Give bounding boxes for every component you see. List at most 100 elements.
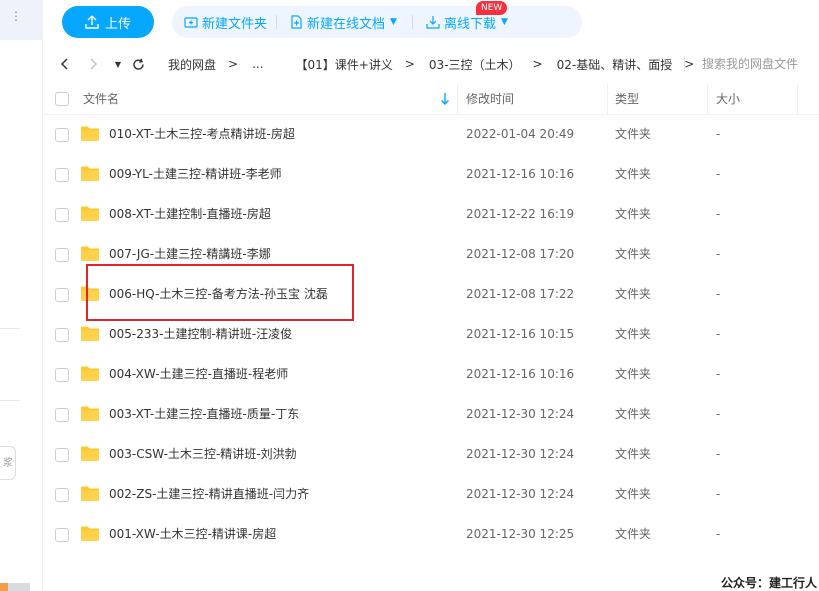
download-icon bbox=[426, 16, 440, 29]
sidebar-active-item[interactable]: ⋮ bbox=[0, 0, 42, 40]
file-row[interactable]: 001-XW-土木三控-精讲课-房超 2021-12-30 12:25 文件夹 - bbox=[42, 514, 819, 554]
offline-download-label: 离线下载 bbox=[444, 16, 497, 32]
file-size: - bbox=[716, 127, 721, 141]
new-folder-button[interactable]: 新建文件夹 bbox=[184, 6, 267, 38]
refresh-button[interactable] bbox=[128, 54, 148, 74]
file-size: - bbox=[716, 367, 721, 381]
column-header-name[interactable]: 文件名 bbox=[83, 84, 119, 114]
breadcrumb-item[interactable]: 03-三控（土木） bbox=[429, 56, 521, 73]
file-type: 文件夹 bbox=[615, 327, 652, 341]
file-modified-time: 2021-12-30 12:24 bbox=[466, 447, 575, 461]
row-checkbox[interactable] bbox=[55, 288, 69, 302]
file-type: 文件夹 bbox=[615, 367, 652, 381]
watermark: 公众号：建工行人 bbox=[720, 576, 817, 590]
new-folder-label: 新建文件夹 bbox=[202, 16, 268, 32]
file-row[interactable]: 003-XT-土建三控-直播班-质量-丁东 2021-12-30 12:24 文件夹… bbox=[42, 394, 819, 434]
new-online-doc-label: 新建在线文档 bbox=[307, 16, 386, 32]
file-size: - bbox=[716, 487, 721, 501]
breadcrumb-separator: > bbox=[228, 57, 239, 71]
refresh-icon bbox=[132, 58, 144, 70]
toolbar-separator bbox=[412, 15, 413, 29]
folder-icon bbox=[81, 486, 99, 501]
file-row[interactable]: 004-XW-土建三控-直播班-程老师 2021-12-16 10:16 文件夹 - bbox=[42, 354, 819, 394]
folder-icon bbox=[81, 526, 99, 541]
toolbar-actions: 新建文件夹 新建在线文档 ▼ NEW 离线下载 ▼ bbox=[172, 1, 582, 38]
navigation-bar: ▼ 我的网盘 > ... 【01】课件+讲义 > 03-三控（土木） > 02-… bbox=[42, 48, 819, 80]
file-row[interactable]: 003-CSW-土木三控-精讲班-刘洪勃 2021-12-30 12:24 文件夹 - bbox=[42, 434, 819, 474]
file-name[interactable]: 010-XT-土木三控-考点精讲班-房超 bbox=[109, 114, 295, 154]
file-name[interactable]: 003-XT-土建三控-直播班-质量-丁东 bbox=[109, 394, 299, 434]
column-header-size[interactable]: 大小 bbox=[716, 84, 740, 114]
file-modified-time: 2021-12-16 10:15 bbox=[466, 327, 575, 341]
arrow-right-icon bbox=[90, 58, 98, 70]
file-name[interactable]: 009-YL-土建三控-精讲班-李老师 bbox=[109, 154, 282, 194]
folder-icon bbox=[81, 246, 99, 261]
row-checkbox[interactable] bbox=[55, 128, 69, 142]
column-divider[interactable] bbox=[457, 84, 458, 114]
breadcrumb-item[interactable]: 【01】课件+讲义 bbox=[296, 56, 393, 73]
file-type: 文件夹 bbox=[615, 127, 652, 141]
breadcrumb-separator: > bbox=[532, 57, 543, 71]
history-dropdown[interactable]: ▼ bbox=[108, 54, 128, 74]
row-checkbox[interactable] bbox=[55, 488, 69, 502]
sidebar-collapsed-button[interactable]: 浆 bbox=[0, 446, 16, 480]
doc-icon bbox=[291, 15, 302, 29]
file-row[interactable]: 002-ZS-土建三控-精讲直播班-闫力齐 2021-12-30 12:24 文件夹… bbox=[42, 474, 819, 514]
upload-button[interactable]: 上传 bbox=[62, 6, 154, 38]
column-header-modified[interactable]: 修改时间 bbox=[466, 84, 514, 114]
file-size: - bbox=[716, 447, 721, 461]
file-type: 文件夹 bbox=[615, 527, 652, 541]
file-name[interactable]: 002-ZS-土建三控-精讲直播班-闫力齐 bbox=[109, 474, 309, 514]
file-modified-time: 2021-12-08 17:20 bbox=[466, 247, 575, 261]
back-button[interactable] bbox=[54, 54, 74, 74]
column-header-type[interactable]: 类型 bbox=[615, 84, 639, 114]
row-checkbox[interactable] bbox=[55, 248, 69, 262]
file-row[interactable]: 009-YL-土建三控-精讲班-李老师 2021-12-16 10:16 文件夹 - bbox=[42, 154, 819, 194]
forward-button[interactable] bbox=[84, 54, 104, 74]
file-modified-time: 2022-01-04 20:49 bbox=[466, 127, 575, 141]
sidebar-divider bbox=[0, 400, 20, 401]
more-dots-icon[interactable]: ⋮ bbox=[10, 10, 22, 28]
search-input[interactable]: 搜索我的网盘文件 bbox=[702, 48, 798, 80]
file-row[interactable]: 010-XT-土木三控-考点精讲班-房超 2022-01-04 20:49 文件夹 - bbox=[42, 114, 819, 154]
file-name[interactable]: 003-CSW-土木三控-精讲班-刘洪勃 bbox=[109, 434, 297, 474]
chevron-down-icon: ▼ bbox=[390, 17, 397, 27]
file-type: 文件夹 bbox=[615, 447, 652, 461]
row-checkbox[interactable] bbox=[55, 168, 69, 182]
file-type: 文件夹 bbox=[615, 487, 652, 501]
column-divider[interactable] bbox=[797, 84, 798, 114]
file-modified-time: 2021-12-16 10:16 bbox=[466, 167, 575, 181]
file-size: - bbox=[716, 527, 721, 541]
column-divider[interactable] bbox=[607, 84, 608, 114]
file-row[interactable]: 008-XT-土建控制-直播班-房超 2021-12-22 16:19 文件夹 - bbox=[42, 194, 819, 234]
offline-download-button[interactable]: 离线下载 ▼ bbox=[426, 6, 508, 38]
breadcrumb-item[interactable]: 我的网盘 bbox=[168, 56, 216, 73]
row-checkbox[interactable] bbox=[55, 208, 69, 222]
folder-icon bbox=[81, 446, 99, 461]
file-name[interactable]: 008-XT-土建控制-直播班-房超 bbox=[109, 194, 271, 234]
select-all-checkbox[interactable] bbox=[55, 92, 69, 106]
file-modified-time: 2021-12-30 12:24 bbox=[466, 487, 575, 501]
file-name[interactable]: 004-XW-土建三控-直播班-程老师 bbox=[109, 354, 288, 394]
folder-icon bbox=[81, 366, 99, 381]
file-size: - bbox=[716, 407, 721, 421]
row-checkbox[interactable] bbox=[55, 448, 69, 462]
file-size: - bbox=[716, 207, 721, 221]
breadcrumb-item[interactable]: ... bbox=[252, 57, 263, 71]
row-checkbox[interactable] bbox=[55, 368, 69, 382]
row-checkbox[interactable] bbox=[55, 328, 69, 342]
file-name[interactable]: 001-XW-土木三控-精讲课-房超 bbox=[109, 514, 276, 554]
file-size: - bbox=[716, 327, 721, 341]
row-checkbox[interactable] bbox=[55, 408, 69, 422]
file-type: 文件夹 bbox=[615, 247, 652, 261]
sort-descending-icon[interactable] bbox=[440, 92, 450, 106]
new-online-doc-button[interactable]: 新建在线文档 ▼ bbox=[289, 6, 397, 38]
row-checkbox[interactable] bbox=[55, 528, 69, 542]
file-list-header: 文件名 修改时间 类型 大小 bbox=[42, 84, 819, 115]
file-type: 文件夹 bbox=[615, 407, 652, 421]
file-modified-time: 2021-12-16 10:16 bbox=[466, 367, 575, 381]
left-sidebar: ⋮ 浆 bbox=[0, 0, 43, 591]
folder-icon bbox=[81, 326, 99, 341]
column-divider[interactable] bbox=[707, 84, 708, 114]
breadcrumb-item[interactable]: 02-基础、精讲、面授 bbox=[557, 56, 673, 73]
